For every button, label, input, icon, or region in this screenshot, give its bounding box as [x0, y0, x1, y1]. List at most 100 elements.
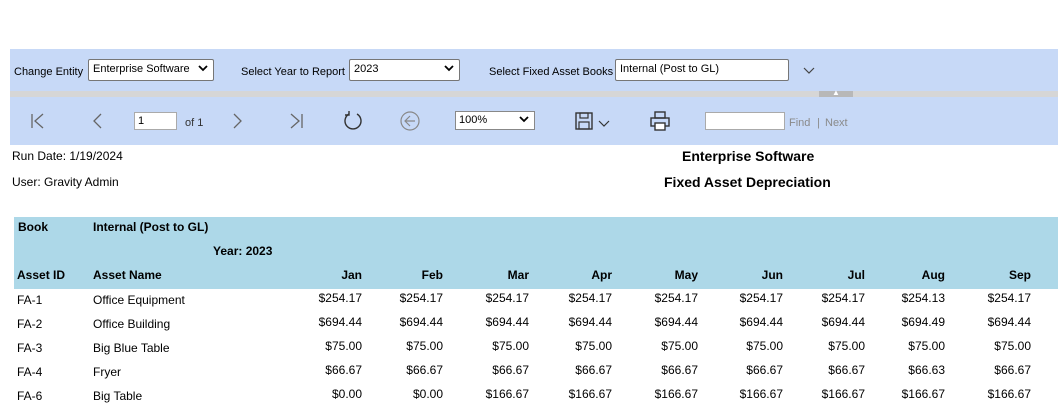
page-count: of 1: [185, 117, 204, 129]
asset-id-cell: FA-3: [17, 341, 43, 355]
report-title: Fixed Asset Depreciation: [664, 174, 831, 190]
amount-cell: $75.00: [492, 339, 529, 353]
asset-id-cell: FA-6: [17, 389, 43, 403]
amount-cell: $75.00: [908, 339, 945, 353]
amount-cell: $254.17: [987, 291, 1031, 305]
zoom-value: 100%: [459, 114, 488, 126]
amount-cell: $66.67: [994, 363, 1031, 377]
amount-cell: $254.17: [485, 291, 529, 305]
column-header-month: Sep: [1008, 268, 1031, 282]
book-label: Book: [18, 220, 48, 234]
save-icon[interactable]: [572, 109, 596, 133]
amount-cell: $694.44: [485, 315, 529, 329]
book-value: Internal (Post to GL): [93, 220, 209, 234]
table-row: FA-3 Big Blue Table $75.00 $75.00 $75.00 $75.…: [14, 339, 1058, 364]
find-separator: |: [817, 117, 820, 129]
find-next-link[interactable]: Next: [825, 117, 848, 129]
books-select[interactable]: Internal (Post to GL): [615, 59, 789, 81]
amount-cell: $66.67: [406, 363, 443, 377]
next-page-icon[interactable]: [225, 109, 249, 133]
year-select-value: 2023: [354, 63, 379, 75]
amount-cell: $166.67: [568, 387, 612, 401]
chevron-down-icon: [198, 63, 208, 76]
amount-cell: $254.17: [654, 291, 698, 305]
books-dropdown-chevron-icon[interactable]: [803, 64, 815, 78]
collapse-arrow-icon: ▲: [832, 88, 840, 97]
amount-cell: $254.17: [739, 291, 783, 305]
asset-name-cell: Office Equipment: [93, 293, 185, 307]
column-header-month: Feb: [421, 268, 443, 282]
amount-cell: $694.44: [987, 315, 1031, 329]
back-icon[interactable]: [398, 109, 422, 133]
asset-name-cell: Big Table: [93, 389, 143, 403]
amount-cell: $166.67: [654, 387, 698, 401]
table-header: Book Internal (Post to GL) Year: 2023 As…: [14, 217, 1058, 289]
amount-cell: $694.44: [399, 315, 443, 329]
previous-page-icon[interactable]: [86, 109, 110, 133]
parameter-bar: Change Entity Enterprise Software Select…: [10, 49, 1058, 91]
column-header-asset-id: Asset ID: [17, 268, 66, 282]
amount-cell: $66.67: [575, 363, 612, 377]
amount-cell: $166.67: [901, 387, 945, 401]
amount-cell: $75.00: [406, 339, 443, 353]
amount-cell: $166.67: [821, 387, 865, 401]
column-header-month: Mar: [507, 268, 529, 282]
column-header-month: Jan: [341, 268, 362, 282]
year-label: Select Year to Report: [241, 66, 345, 78]
amount-cell: $75.00: [746, 339, 783, 353]
entity-title: Enterprise Software: [682, 148, 815, 164]
find-link[interactable]: Find: [789, 117, 810, 129]
year-select[interactable]: 2023: [349, 59, 460, 81]
entity-select[interactable]: Enterprise Software: [88, 59, 214, 81]
asset-name-cell: Office Building: [93, 317, 171, 331]
asset-id-cell: FA-2: [17, 317, 43, 331]
amount-cell: $694.49: [901, 315, 945, 329]
table-row: FA-6 Big Table $0.00 $0.00 $166.67 $166.67 $16…: [14, 387, 1058, 412]
amount-cell: $254.17: [399, 291, 443, 305]
books-label: Select Fixed Asset Books: [489, 66, 614, 78]
asset-id-cell: FA-4: [17, 365, 43, 379]
amount-cell: $66.63: [908, 363, 945, 377]
zoom-select[interactable]: 100%: [455, 111, 535, 130]
entity-label: Change Entity: [14, 66, 84, 78]
amount-cell: $66.67: [492, 363, 529, 377]
page-number-input[interactable]: [134, 112, 177, 130]
print-icon[interactable]: [648, 109, 672, 133]
entity-select-value: Enterprise Software: [93, 63, 190, 75]
table-row: FA-1 Office Equipment $254.17 $254.17 $254.1…: [14, 291, 1058, 316]
column-header-asset-name: Asset Name: [93, 268, 162, 282]
run-date: Run Date: 1/19/2024: [12, 149, 123, 163]
chevron-down-icon: [444, 63, 454, 76]
amount-cell: $75.00: [575, 339, 612, 353]
amount-cell: $75.00: [661, 339, 698, 353]
amount-cell: $254.17: [821, 291, 865, 305]
amount-cell: $66.67: [828, 363, 865, 377]
amount-cell: $694.44: [821, 315, 865, 329]
column-header-month: Jul: [847, 268, 865, 282]
amount-cell: $75.00: [325, 339, 362, 353]
report-user: User: Gravity Admin: [12, 175, 119, 189]
amount-cell: $254.13: [901, 291, 945, 305]
first-page-icon[interactable]: [26, 109, 50, 133]
amount-cell: $254.17: [318, 291, 362, 305]
chevron-down-icon: [519, 114, 529, 127]
last-page-icon[interactable]: [284, 109, 308, 133]
export-chevron-icon[interactable]: [598, 117, 610, 131]
amount-cell: $166.67: [485, 387, 529, 401]
report-toolbar: of 1 100% Find | Next: [10, 97, 1058, 145]
amount-cell: $66.67: [746, 363, 783, 377]
amount-cell: $694.44: [739, 315, 783, 329]
amount-cell: $694.44: [568, 315, 612, 329]
amount-cell: $66.67: [661, 363, 698, 377]
refresh-icon[interactable]: [341, 109, 365, 133]
amount-cell: $166.67: [987, 387, 1031, 401]
books-select-value: Internal (Post to GL): [620, 63, 720, 75]
find-input[interactable]: [705, 112, 785, 130]
column-header-month: Jun: [761, 268, 783, 282]
amount-cell: $0.00: [331, 387, 362, 401]
column-header-month: May: [674, 268, 698, 282]
amount-cell: $75.00: [828, 339, 865, 353]
column-header-month: Apr: [591, 268, 612, 282]
table-row: FA-2 Office Building $694.44 $694.44 $694.44…: [14, 315, 1058, 340]
amount-cell: $254.17: [568, 291, 612, 305]
